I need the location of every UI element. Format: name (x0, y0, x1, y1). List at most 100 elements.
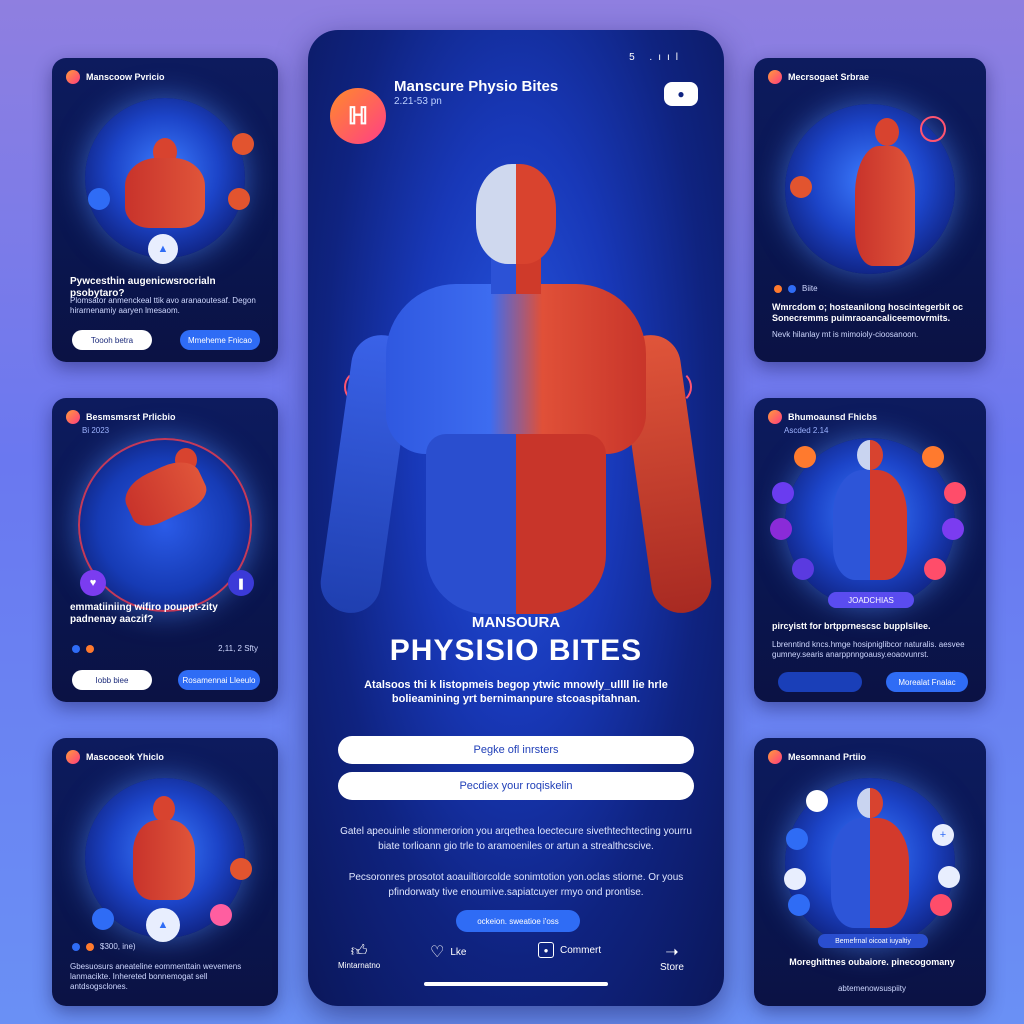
card-meta: $300, ine) (72, 942, 136, 951)
avatar[interactable] (66, 750, 80, 764)
yoga-icon (772, 482, 794, 504)
post-card-1[interactable]: Manscoow Pvricio ▲ Pywcesthin augenicwsr… (52, 58, 278, 362)
shoe-icon (938, 866, 960, 888)
card-description: Gbesuosurs aneateline eommenttain weveme… (70, 962, 242, 991)
avatar[interactable] (768, 750, 782, 764)
secondary-cta-button[interactable]: Pecdiex your roqiskelin (338, 772, 694, 800)
post-time: 2.21-53 pn (394, 96, 442, 107)
card-header: Bhumoaunsd Fhicbs (768, 410, 877, 424)
comment-action[interactable]: ● Commert (538, 942, 601, 958)
avatar[interactable] (768, 410, 782, 424)
wifi-icon (920, 116, 946, 142)
hero-kicker: MANSOURA (471, 614, 561, 631)
account-handle[interactable]: Mascoceok Yhiclo (86, 752, 164, 762)
card-secondary-button[interactable]: Morealat Fnalac (886, 672, 968, 692)
thumbs-up-icon[interactable]: ▲ (148, 234, 178, 264)
star-icon (792, 558, 814, 580)
anatomy-figure-illustration (815, 788, 925, 938)
like-action[interactable]: 👍︎ Mintarnatno (338, 942, 380, 970)
card-description: Plomsator anmenckeal ttik avo aranaoutes… (70, 296, 256, 315)
account-handle[interactable]: Manscoow Pvricio (86, 72, 165, 82)
heart-icon (924, 558, 946, 580)
post-card-2[interactable]: Mecrsogaet Srbrae Biite Wmrcdom o; hoste… (754, 58, 986, 362)
bottle-icon (942, 518, 964, 540)
tag-pill[interactable]: ockeion. sweatioe i'oss (456, 910, 580, 932)
post-card-6[interactable]: Mesomnand Prtiio + Bemefrnal oicoat iuya… (754, 738, 986, 1006)
card-secondary-button[interactable]: Rosamennai Lleeulo (178, 670, 260, 690)
card-primary-button[interactable] (778, 672, 862, 692)
card-title: emmatiiniing wifiro pouppt-zity padnenay… (70, 602, 218, 625)
love-action[interactable]: ♡ Lke (430, 942, 466, 962)
card-meta: 2,11, 2 Sfty (72, 644, 258, 653)
home-indicator[interactable] (424, 982, 608, 986)
action-label: Lke (450, 946, 467, 958)
reaction-dot (86, 644, 94, 653)
weight-icon (784, 868, 806, 890)
category-badge[interactable]: JOADCHIAS (828, 592, 914, 608)
heart-icon: ♡ (430, 944, 445, 961)
flag-icon (930, 894, 952, 916)
rings-icon (944, 482, 966, 504)
reaction-dot (774, 284, 782, 293)
account-handle[interactable]: Mesomnand Prtiio (788, 752, 866, 762)
account-handle[interactable]: Besmsmsrst Prlicbio (86, 412, 176, 422)
reaching-figure-illustration (795, 118, 945, 278)
card-description: Lbrenntind kncs.hmge hosipniglibcor natu… (772, 640, 965, 659)
meta-text: Biite (802, 284, 818, 293)
stretch-icon (806, 790, 828, 812)
avatar[interactable] (768, 70, 782, 84)
primary-cta-button[interactable]: Pegke ofl inrsters (338, 736, 694, 764)
heart-icon[interactable]: ♥ (80, 570, 106, 596)
bone-icon (228, 188, 250, 210)
action-bar: 👍︎ Mintarnatno ♡ Lke ● Commert ➝ Store (308, 942, 724, 982)
action-label: Store (660, 962, 684, 973)
card-description: Nevk hilanlay mt is mimoioly-cioosanoon. (772, 330, 919, 339)
card-header: Mecrsogaet Srbrae (768, 70, 869, 84)
card-primary-button[interactable]: Toooh betra (72, 330, 152, 350)
bubble-icon (210, 904, 232, 926)
meta-text: 2,11, 2 Sfty (218, 644, 258, 653)
reaction-dot (72, 942, 80, 951)
meta-text: $300, ine) (100, 942, 136, 951)
running-figure-illustration (95, 448, 235, 568)
reaction-dot (788, 284, 796, 293)
account-name[interactable]: Manscure Physio Bites (394, 78, 558, 95)
plus-icon: + (932, 824, 954, 846)
avatar[interactable] (66, 70, 80, 84)
category-badge[interactable]: Bemefrnal oicoat iuyaltiy (818, 934, 928, 948)
post-card-4[interactable]: Bhumoaunsd Fhicbs Ascded 2.14 JOADCHIAS … (754, 398, 986, 702)
card-header: Mascoceok Yhiclo (66, 750, 164, 764)
stretch-icon (230, 858, 252, 880)
card-title: Wmrcdom o; hosteanilong hoscintegerbit o… (772, 302, 964, 323)
reaction-dot (86, 942, 94, 951)
card-secondary-button[interactable]: Mmeheme Fnicao (180, 330, 260, 350)
muscle-icon (92, 908, 114, 930)
brand-logo[interactable]: ℍ (330, 88, 386, 144)
avatar[interactable] (66, 410, 80, 424)
post-date: Ascded 2.14 (784, 426, 829, 435)
comment-icon: ● (538, 942, 554, 958)
share-action[interactable]: ➝ Store (660, 942, 684, 973)
thumbs-up-icon[interactable]: ▲ (146, 908, 180, 942)
wave-icon (88, 188, 110, 210)
account-handle[interactable]: Bhumoaunsd Fhicbs (788, 412, 877, 422)
bookmark-icon[interactable]: ❚ (228, 570, 254, 596)
reaction-dot (72, 644, 80, 653)
hero-caption: Atalsoos thi k listopmeis begop ytwic mn… (364, 679, 668, 705)
stretch-icon (794, 446, 816, 468)
card-primary-button[interactable]: Iobb biee (72, 670, 152, 690)
status-bar: 5 .ııl (629, 52, 684, 63)
muscle-anatomy-hero (316, 164, 716, 624)
post-card-3[interactable]: Besmsmsrst Prlicbio Bi 2023 ♥ ❚ emmatiin… (52, 398, 278, 702)
ellipsis-icon[interactable]: ● (664, 82, 698, 106)
post-card-5[interactable]: Mascoceok Yhiclo ▲ $300, ine) Gbesuosurs… (52, 738, 278, 1006)
post-body-paragraph-1: Gatel apeouinle stionmerorion you arqeth… (340, 826, 692, 852)
muscle-figure-illustration (105, 128, 225, 238)
account-handle[interactable]: Mecrsogaet Srbrae (788, 72, 869, 82)
card-header: Manscoow Pvricio (66, 70, 165, 84)
scale-icon (922, 446, 944, 468)
card-description: abtemenowsuspiity (837, 984, 907, 993)
dumbbell-icon (790, 176, 812, 198)
share-icon: ➝ (665, 944, 679, 961)
thumbs-up-icon: 👍︎ (350, 943, 368, 960)
